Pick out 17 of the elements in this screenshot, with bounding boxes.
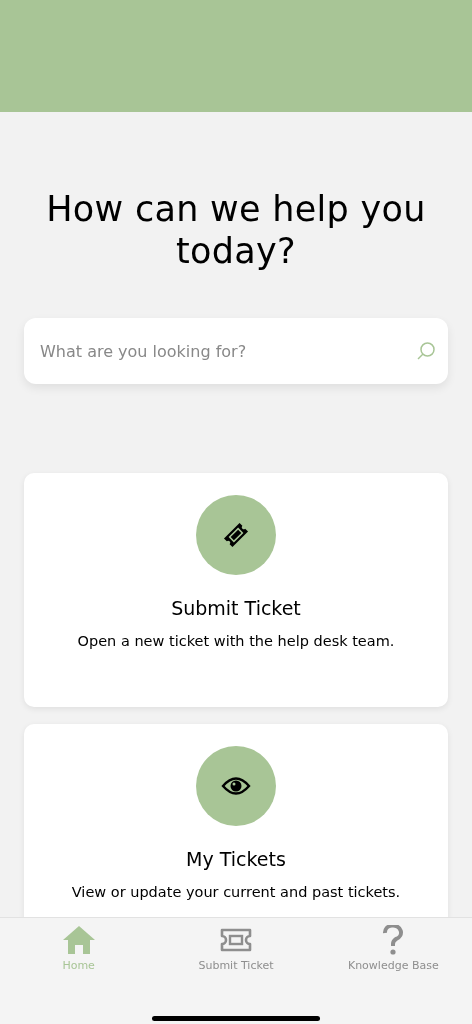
- page-heading: How can we help you today?: [45, 188, 427, 272]
- eye-icon: [221, 775, 251, 797]
- card-title: My Tickets: [186, 848, 286, 870]
- tab-item[interactable]: Submit Ticket: [161, 924, 311, 972]
- tab-item[interactable]: Knowledge Base: [318, 924, 469, 972]
- tab-item[interactable]: Home: [3, 924, 154, 972]
- search-field[interactable]: What are you looking for?: [24, 318, 448, 384]
- question-icon: [382, 925, 405, 955]
- action-card[interactable]: Submit Ticket Open a new ticket with the help desk team.: [24, 473, 448, 707]
- search-icon[interactable]: [416, 341, 436, 361]
- ticket-icon: [221, 520, 251, 550]
- home-icon: [61, 925, 96, 955]
- card-title: Submit Ticket: [171, 597, 301, 619]
- card-description: View or update your current and past tickets.: [71, 884, 401, 900]
- action-card[interactable]: My Tickets View or update your current and past tickets.: [24, 724, 448, 917]
- card-description: Open a new ticket with the help desk team.: [77, 633, 395, 649]
- ticket-icon: [219, 927, 253, 953]
